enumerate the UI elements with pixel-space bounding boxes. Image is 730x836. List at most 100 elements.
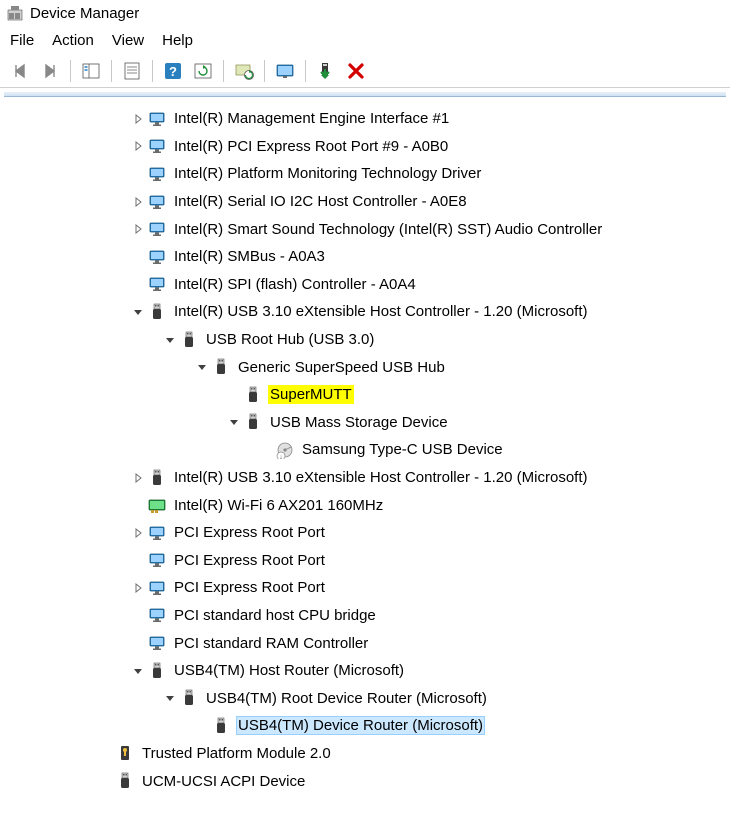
tree-node[interactable]: Intel(R) SPI (flash) Controller - A0A4	[20, 271, 726, 299]
menu-help[interactable]: Help	[162, 32, 193, 49]
tree-node-label: Intel(R) Wi-Fi 6 AX201 160MHz	[172, 496, 385, 515]
toolbar-separator	[264, 60, 265, 82]
tree-node-label: USB4(TM) Root Device Router (Microsoft)	[204, 689, 489, 708]
usb-icon	[116, 772, 134, 790]
tree-node-label: Generic SuperSpeed USB Hub	[236, 358, 447, 377]
chevron-right-icon[interactable]	[130, 221, 146, 237]
tree-node[interactable]: PCI standard RAM Controller	[20, 629, 726, 657]
tree-node[interactable]: Intel(R) SMBus - A0A3	[20, 243, 726, 271]
tree-node[interactable]: USB Mass Storage Device	[20, 409, 726, 437]
tree-node[interactable]: Samsung Type-C USB Device	[20, 436, 726, 464]
chevron-down-icon[interactable]	[194, 359, 210, 375]
tree-node-label: PCI standard RAM Controller	[172, 634, 370, 653]
usb-icon	[180, 331, 198, 349]
forward-button[interactable]	[38, 59, 62, 83]
usb-icon	[244, 386, 262, 404]
tree-node[interactable]: Intel(R) Serial IO I2C Host Controller -…	[20, 188, 726, 216]
chevron-down-icon[interactable]	[162, 332, 178, 348]
tree-node[interactable]: SuperMUTT	[20, 381, 726, 409]
toolbar-separator	[305, 60, 306, 82]
tree-node-label: Intel(R) SPI (flash) Controller - A0A4	[172, 275, 418, 294]
tree-node[interactable]: PCI Express Root Port	[20, 574, 726, 602]
tree-node[interactable]: USB4(TM) Root Device Router (Microsoft)	[20, 684, 726, 712]
tree-node-label: Intel(R) PCI Express Root Port #9 - A0B0	[172, 137, 450, 156]
device-manager-icon	[6, 4, 24, 22]
tree-node[interactable]: Intel(R) USB 3.10 eXtensible Host Contro…	[20, 298, 726, 326]
properties-button[interactable]	[120, 59, 144, 83]
tree-node-label: PCI standard host CPU bridge	[172, 606, 378, 625]
tree-node[interactable]: USB4(TM) Device Router (Microsoft)	[20, 712, 726, 740]
chevron-down-icon[interactable]	[130, 304, 146, 320]
usb-icon	[212, 717, 230, 735]
refresh-button[interactable]	[191, 59, 215, 83]
tree-node-label: USB4(TM) Device Router (Microsoft)	[236, 716, 485, 735]
tree-node-label: PCI Express Root Port	[172, 523, 327, 542]
tree-node-label: Intel(R) Serial IO I2C Host Controller -…	[172, 192, 469, 211]
tree-node[interactable]: Intel(R) USB 3.10 eXtensible Host Contro…	[20, 464, 726, 492]
menu-file[interactable]: File	[10, 32, 34, 49]
tree-node-label: Intel(R) USB 3.10 eXtensible Host Contro…	[172, 468, 590, 487]
tree-node[interactable]: USB4(TM) Host Router (Microsoft)	[20, 657, 726, 685]
chevron-right-icon[interactable]	[130, 525, 146, 541]
titlebar: Device Manager	[0, 0, 730, 26]
usb-icon	[148, 303, 166, 321]
tree-node[interactable]: PCI standard host CPU bridge	[20, 602, 726, 630]
usb-icon	[244, 413, 262, 431]
show-tree-button[interactable]	[79, 59, 103, 83]
tree-node[interactable]: Intel(R) Smart Sound Technology (Intel(R…	[20, 215, 726, 243]
tree-node[interactable]: Intel(R) PCI Express Root Port #9 - A0B0	[20, 133, 726, 161]
install-button[interactable]	[314, 59, 338, 83]
tree-node-label: Trusted Platform Module 2.0	[140, 744, 333, 763]
monitor-icon	[148, 137, 166, 155]
usb-icon	[148, 469, 166, 487]
scan-hardware-button[interactable]	[232, 59, 256, 83]
monitor-icon	[148, 110, 166, 128]
tree-node-label: USB4(TM) Host Router (Microsoft)	[172, 661, 406, 680]
chevron-down-icon[interactable]	[162, 690, 178, 706]
chevron-down-icon[interactable]	[130, 663, 146, 679]
tree-node[interactable]: Trusted Platform Module 2.0	[20, 740, 726, 768]
chevron-right-icon[interactable]	[130, 580, 146, 596]
tree-node-label: SuperMUTT	[268, 385, 354, 404]
monitor-icon	[148, 579, 166, 597]
monitor-icon	[148, 275, 166, 293]
tree-node[interactable]: Intel(R) Management Engine Interface #1	[20, 105, 726, 133]
tree-node-label: USB Mass Storage Device	[268, 413, 450, 432]
disk-icon	[276, 441, 294, 459]
delete-button[interactable]	[344, 59, 368, 83]
monitor-icon	[148, 606, 166, 624]
tree-node[interactable]: Generic SuperSpeed USB Hub	[20, 353, 726, 381]
monitor-icon	[148, 165, 166, 183]
tree-node[interactable]: UCM-UCSI ACPI Device	[20, 767, 726, 795]
tree-node[interactable]: Intel(R) Platform Monitoring Technology …	[20, 160, 726, 188]
menu-view[interactable]: View	[112, 32, 144, 49]
chevron-right-icon[interactable]	[130, 138, 146, 154]
tree-node[interactable]: PCI Express Root Port	[20, 547, 726, 575]
chevron-right-icon[interactable]	[130, 111, 146, 127]
tree-node[interactable]: USB Root Hub (USB 3.0)	[20, 326, 726, 354]
tree-node[interactable]: PCI Express Root Port	[20, 519, 726, 547]
back-button[interactable]	[8, 59, 32, 83]
chevron-right-icon[interactable]	[130, 470, 146, 486]
help-button[interactable]	[161, 59, 185, 83]
monitor-icon	[148, 220, 166, 238]
tree-node-label: Intel(R) USB 3.10 eXtensible Host Contro…	[172, 302, 590, 321]
tpm-icon	[116, 744, 134, 762]
tree-node-label: PCI Express Root Port	[172, 578, 327, 597]
toolbar-separator	[223, 60, 224, 82]
monitor-icon	[148, 524, 166, 542]
menu-action[interactable]: Action	[52, 32, 94, 49]
monitor-icon	[148, 551, 166, 569]
tree-node-label: Intel(R) Smart Sound Technology (Intel(R…	[172, 220, 604, 239]
tree-node-label: Intel(R) Platform Monitoring Technology …	[172, 164, 483, 183]
chevron-down-icon[interactable]	[226, 414, 242, 430]
usb-icon	[212, 358, 230, 376]
chevron-right-icon[interactable]	[130, 194, 146, 210]
toolbar-separator	[70, 60, 71, 82]
monitor-icon	[148, 634, 166, 652]
usb-icon	[180, 689, 198, 707]
device-tree[interactable]: Intel(R) Management Engine Interface #1 I…	[4, 97, 726, 805]
view-button[interactable]	[273, 59, 297, 83]
tree-node-label: Intel(R) Management Engine Interface #1	[172, 109, 451, 128]
tree-node[interactable]: Intel(R) Wi-Fi 6 AX201 160MHz	[20, 491, 726, 519]
